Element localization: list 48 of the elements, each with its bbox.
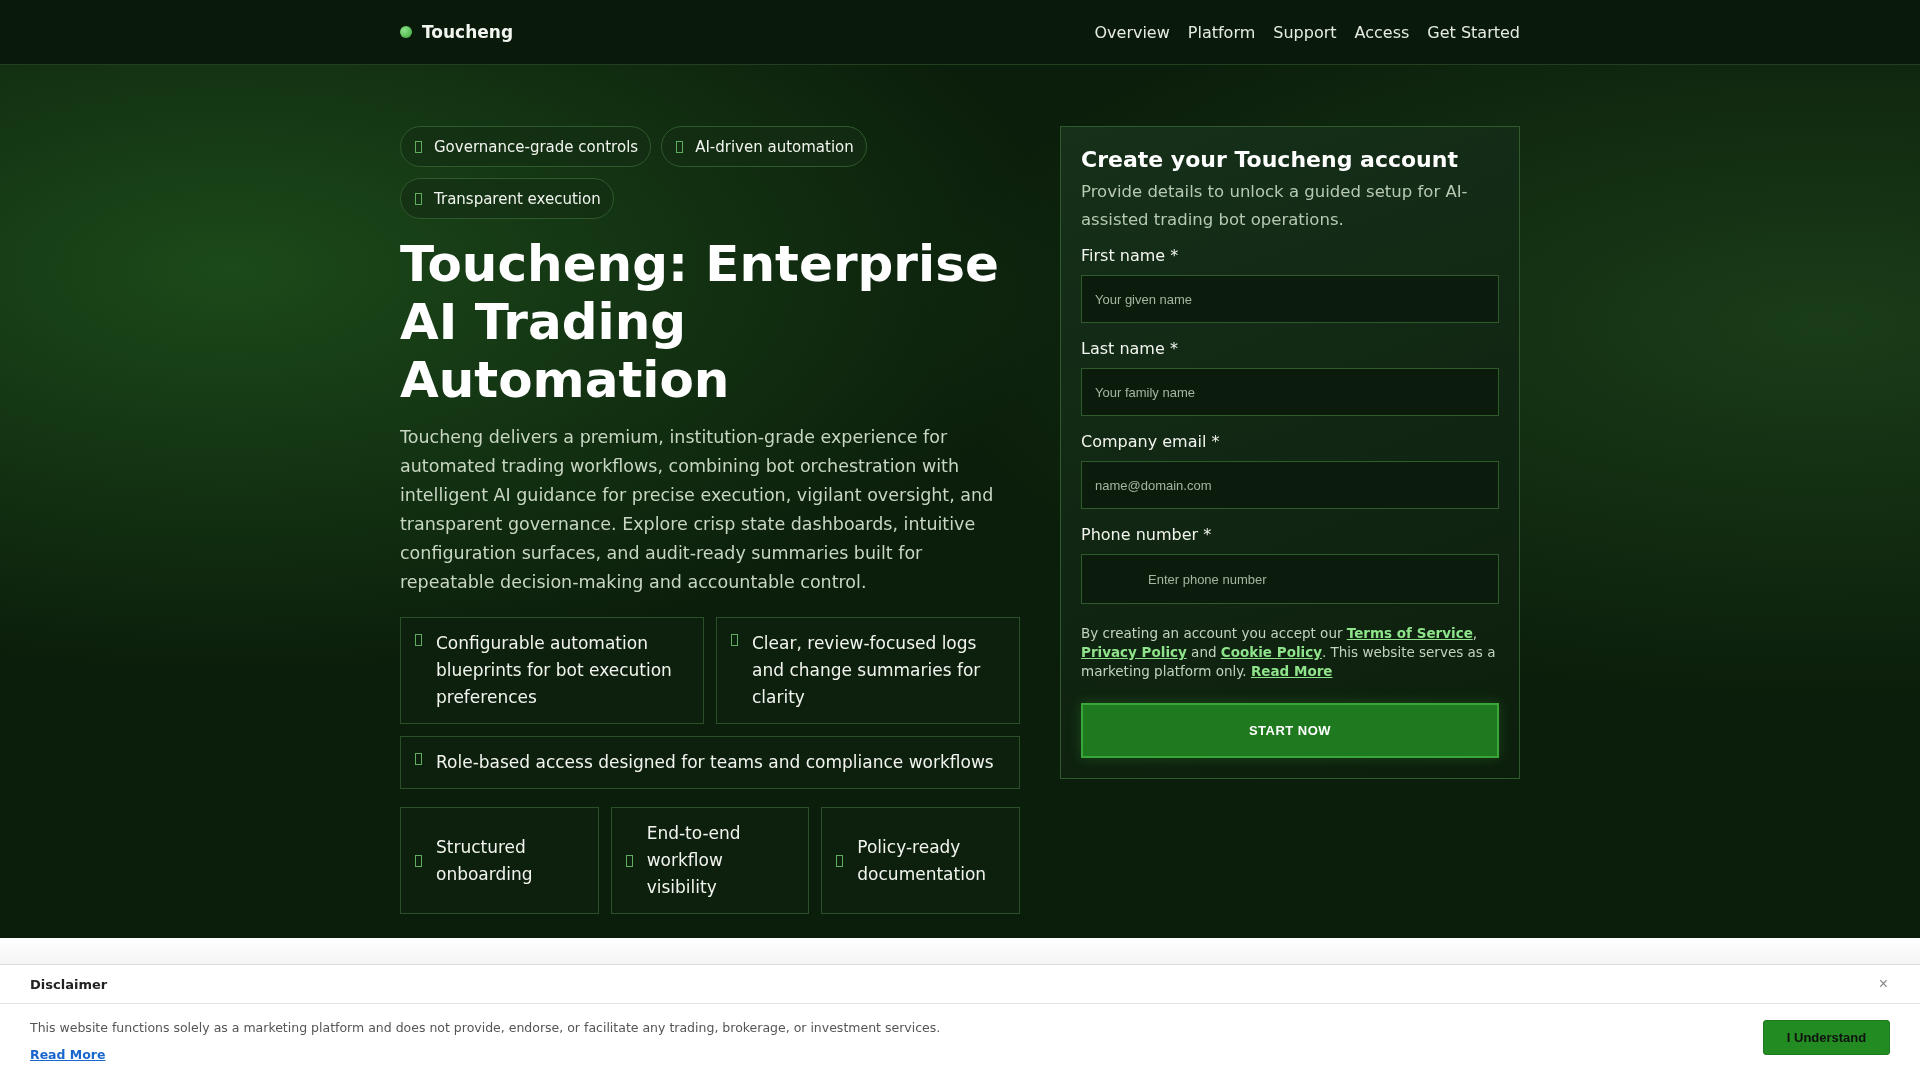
box-icon xyxy=(731,634,738,646)
box-icon xyxy=(415,854,422,867)
badge-label: AI-driven automation xyxy=(695,137,854,156)
nav-link[interactable]: Overview xyxy=(1094,22,1170,42)
field-label: Company email * xyxy=(1081,432,1221,451)
feature-text: End-to-end workflow visibility xyxy=(646,822,742,899)
input-field[interactable]: Your family name xyxy=(1081,368,1499,416)
phone-field[interactable]: Enter phone number xyxy=(1081,554,1499,604)
box-icon xyxy=(415,140,422,153)
read-more-link[interactable]: Read More xyxy=(30,1047,106,1062)
close-button[interactable]: × xyxy=(1876,975,1890,993)
input-field[interactable]: Your given name xyxy=(1081,275,1499,323)
field-label: Last name * xyxy=(1081,339,1179,358)
brand-name[interactable]: Toucheng xyxy=(422,22,514,42)
box-icon xyxy=(836,854,844,867)
policy-link[interactable]: Privacy Policy xyxy=(1081,644,1187,660)
nav-link[interactable]: Support xyxy=(1273,22,1337,42)
feature-text: Configurable automation blueprints for bot execution preferences xyxy=(436,632,673,709)
box-icon xyxy=(625,854,633,867)
box-icon xyxy=(676,140,684,153)
nav-link[interactable]: Get Started xyxy=(1427,22,1520,42)
nav-link[interactable]: Platform xyxy=(1187,22,1256,42)
form-subtitle: Provide details to unlock a guided setup for AI-assisted trading bot operations. xyxy=(1081,181,1469,231)
box-icon xyxy=(415,634,422,646)
field-label: Phone number * xyxy=(1081,525,1213,544)
start-now-button[interactable]: START NOW xyxy=(1081,703,1499,758)
hero-description: Toucheng delivers a premium, institution-grade experience for automated trading workflows, combining bot orchestration with intelligent AI guidance for precise execution, vigilant oversight, and transparent governance. Explore crisp state dashboards, intuitive configuration surfaces, and audit-ready summaries built for repeatable decision-making and accountable control. xyxy=(400,426,995,594)
box-icon xyxy=(415,753,422,765)
field-label: First name * xyxy=(1081,246,1180,265)
feature-text: Policy-ready documentation xyxy=(857,835,988,886)
feature-text: Structured onboarding xyxy=(436,835,534,886)
disclaimer-text: This website functions solely as a marketing platform and does not provide, endorse, or facilitate any trading, brokerage, or investment services. xyxy=(30,1020,941,1035)
policy-link[interactable]: Terms of Service xyxy=(1346,625,1473,641)
disclaimer-title: Disclaimer xyxy=(30,976,108,992)
badge-label: Transparent execution xyxy=(434,189,601,208)
logo-dot-icon xyxy=(400,26,412,38)
box-icon xyxy=(415,192,422,205)
nav-link[interactable]: Access xyxy=(1354,22,1410,42)
input-field[interactable]: name@domain.com xyxy=(1081,461,1499,509)
feature-text: Clear, review-focused logs and change summaries for clarity xyxy=(752,632,982,709)
hero-title: Toucheng: Enterprise AI Trading Automation xyxy=(400,235,1000,409)
form-title: Create your Toucheng account xyxy=(1081,147,1459,172)
badge-label: Governance-grade controls xyxy=(434,137,639,156)
consent-text: By creating an account you accept our Terms of Service, Privacy Policy and Cookie Policy. This website serves as a marketing platform only. Read More xyxy=(1081,624,1497,681)
understand-button[interactable]: I Understand xyxy=(1763,1020,1890,1055)
feature-text: Role-based access designed for teams and compliance workflows xyxy=(436,751,994,774)
policy-link[interactable]: Read More xyxy=(1250,663,1333,679)
policy-link[interactable]: Cookie Policy xyxy=(1220,644,1322,660)
